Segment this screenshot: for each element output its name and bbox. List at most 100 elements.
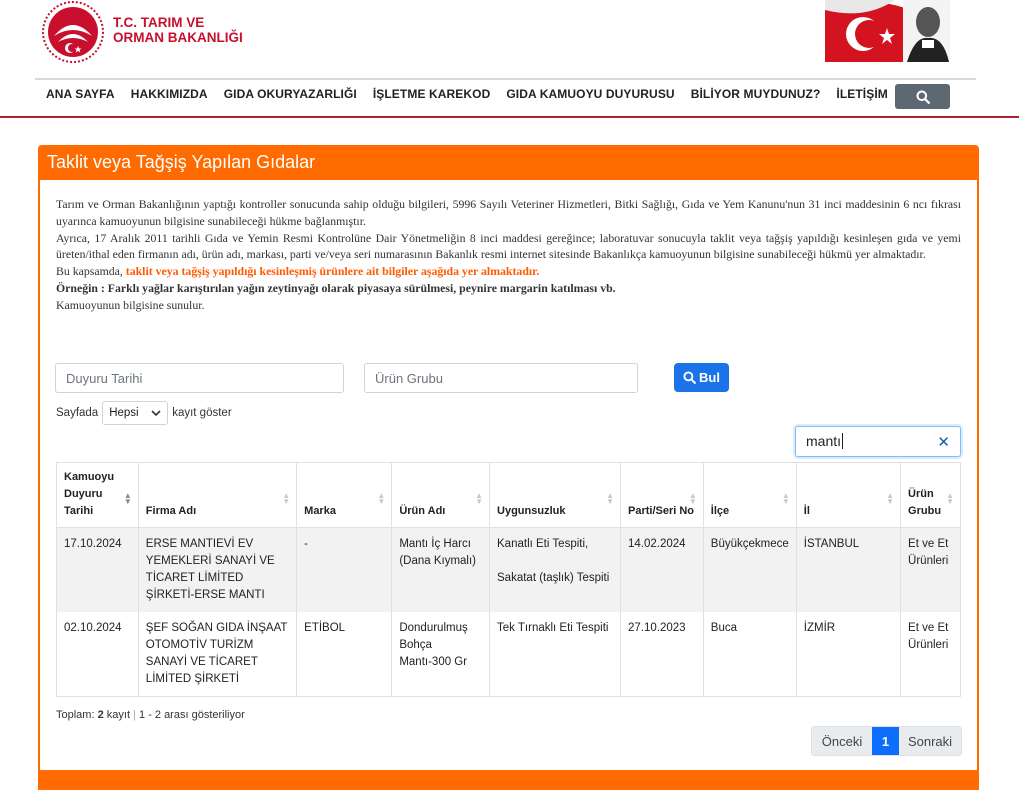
find-button[interactable]: Bul — [674, 363, 729, 392]
cell-product: Dondurulmuş Bohça Mantı-300 Gr — [391, 612, 491, 697]
col-header-issue[interactable]: Uygunsuzluk ▲ ▼ — [489, 462, 621, 528]
col-header-date-label: Kamuoyu Duyuru Tarihi — [64, 471, 115, 517]
site-header: T.C. TARIM VE ORMAN BAKANLIĞI ANA SAYFA … — [0, 0, 1019, 118]
col-header-group-label: Ürün Grubu — [908, 488, 942, 517]
nav-item-home[interactable]: ANA SAYFA — [46, 87, 115, 101]
intro-highlight: taklit veya tağşiş yapıldığı kesinleşmiş… — [125, 264, 540, 279]
cell-group: Et ve Et Ürünleri — [900, 612, 961, 697]
page-size-value: Hepsi — [109, 407, 139, 419]
cell-firm: ŞEF SOĞAN GIDA İNŞAAT OTOMOTİV TURİZM SA… — [137, 612, 298, 697]
nav-divider — [35, 78, 976, 80]
sort-icon: ▲ ▼ — [946, 491, 954, 506]
col-header-issue-label: Uygunsuzluk — [497, 505, 566, 517]
intro-text: Tarım ve Orman Bakanlığının yaptığı kont… — [56, 196, 961, 314]
sort-icon: ▲ ▼ — [606, 491, 614, 506]
content-card: Taklit veya Tağşiş Yapılan Gıdalar Tarım… — [38, 145, 979, 790]
col-header-city[interactable]: İl ▲ ▼ — [795, 462, 902, 528]
col-header-brand-label: Marka — [304, 505, 336, 517]
table-search-value: mantı — [806, 433, 842, 449]
page-title: Taklit veya Tağşiş Yapılan Gıdalar — [47, 152, 316, 172]
cell-date: 17.10.2024 — [56, 527, 139, 612]
date-filter-input[interactable]: Duyuru Tarihi — [55, 363, 344, 393]
intro-paragraph-2: Ayrıca, 17 Aralık 2011 tarihli Gıda ve Y… — [56, 230, 961, 262]
col-header-date[interactable]: Kamuoyu Duyuru Tarihi ▲ ▼ — [56, 462, 139, 528]
product-group-filter-input[interactable]: Ürün Grubu — [364, 363, 638, 393]
text-cursor — [842, 433, 844, 449]
cell-city: İSTANBUL — [795, 527, 902, 612]
sort-icon: ▲ ▼ — [123, 491, 132, 506]
cell-firm: ERSE MANTIEVİ EV YEMEKLERİ SANAYİ VE TİC… — [137, 527, 298, 612]
cell-district: Büyükçekmece — [702, 527, 797, 612]
table-row[interactable]: 17.10.2024 ERSE MANTIEVİ EV YEMEKLERİ SA… — [56, 527, 961, 612]
total-unit: kayıt — [106, 709, 131, 721]
cell-lot: 27.10.2023 — [620, 612, 704, 697]
cell-city: İZMİR — [795, 612, 902, 697]
col-header-firm[interactable]: Firma Adı ▲ ▼ — [137, 462, 298, 528]
results-table: Kamuoyu Duyuru Tarihi ▲ ▼ Firma Adı ▲ ▼ Mark… — [56, 462, 961, 697]
table-row[interactable]: 02.10.2024 ŞEF SOĞAN GIDA İNŞAAT OTOMOTİ… — [56, 612, 961, 697]
sort-icon: ▲ ▼ — [282, 491, 291, 506]
nav-item-about[interactable]: HAKKIMIZDA — [131, 87, 208, 101]
col-header-city-label: İl — [803, 505, 810, 517]
table-info: Toplam: 2 kayıt | 1 - 2 arası gösteriliy… — [56, 709, 245, 721]
nav-item-public-notice[interactable]: GIDA KAMUOYU DUYURUSU — [506, 87, 674, 101]
page-1-button[interactable]: 1 — [872, 727, 899, 755]
cell-lot: 14.02.2024 — [620, 527, 704, 612]
intro-example: Örneğin : Farklı yağlar karıştırılan yağ… — [56, 280, 616, 295]
col-header-product[interactable]: Ürün Adı ▲ ▼ — [391, 462, 491, 528]
intro-paragraph-1: Tarım ve Orman Bakanlığının yaptığı kont… — [56, 197, 961, 228]
col-header-brand[interactable]: Marka ▲ ▼ — [296, 462, 393, 528]
total-prefix: Toplam: — [56, 709, 95, 721]
col-header-district[interactable]: İlçe ▲ ▼ — [702, 462, 797, 528]
ministry-name[interactable]: T.C. TARIM VE ORMAN BAKANLIĞI — [113, 15, 243, 45]
table-search-input[interactable]: mantı ✕ — [795, 426, 961, 457]
main-nav: ANA SAYFA HAKKIMIZDA GIDA OKURYAZARLIĞI … — [46, 87, 904, 101]
info-separator: | — [133, 709, 136, 721]
cell-date: 02.10.2024 — [56, 612, 139, 697]
cell-product: Mantı İç Harcı (Dana Kıymalı) — [391, 527, 491, 612]
page-size-control: Sayfada Hepsi kayıt göster — [56, 401, 232, 425]
col-header-lot-label: Parti/Seri No — [628, 505, 695, 517]
header-search-button[interactable] — [895, 84, 950, 109]
cell-issue-gap — [497, 553, 613, 570]
nav-item-food-literacy[interactable]: GIDA OKURYAZARLIĞI — [224, 87, 357, 101]
page-size-suffix: kayıt göster — [172, 407, 232, 419]
table-header-row: Kamuoyu Duyuru Tarihi ▲ ▼ Firma Adı ▲ ▼ Mark… — [56, 462, 961, 528]
range-text: 1 - 2 arası gösteriliyor — [139, 709, 245, 721]
search-icon — [916, 90, 930, 104]
page-size-prefix: Sayfada — [56, 407, 99, 419]
cell-brand: - — [296, 527, 393, 612]
sort-icon: ▲ ▼ — [688, 491, 697, 506]
total-count: 2 — [97, 709, 104, 721]
intro-paragraph-3: Bu kapsamda, taklit veya tağşiş yapıldığ… — [56, 263, 961, 280]
cell-district: Buca — [702, 612, 797, 697]
search-icon — [683, 371, 696, 384]
nav-item-did-you-know[interactable]: BİLİYOR MUYDUNUZ? — [691, 87, 821, 101]
intro-paragraph-5: Kamuoyunun bilgisine sunulur. — [56, 297, 205, 312]
page-size-select[interactable]: Hepsi — [102, 401, 169, 425]
nav-item-contact[interactable]: İLETİŞİM — [836, 87, 887, 101]
col-header-firm-label: Firma Adı — [145, 505, 197, 517]
nav-item-business-qr[interactable]: İŞLETME KAREKOD — [373, 87, 491, 101]
intro-p3-prefix: Bu kapsamda, — [56, 264, 126, 279]
sort-icon: ▲ ▼ — [886, 491, 895, 506]
clear-search-icon[interactable]: ✕ — [937, 433, 950, 451]
next-page-button[interactable]: Sonraki — [899, 727, 961, 755]
flag-portrait-icon — [825, 0, 950, 62]
pagination: Önceki 1 Sonraki — [811, 726, 962, 756]
sort-icon: ▲ ▼ — [781, 491, 790, 506]
card-body: Tarım ve Orman Bakanlığının yaptığı kont… — [40, 180, 977, 770]
cell-issue: Kanatlı Eti Tespiti, Sakatat (taşlık) Te… — [489, 527, 621, 612]
ministry-logo-icon[interactable] — [40, 0, 106, 64]
cell-brand: ETİBOL — [296, 612, 393, 697]
col-header-lot[interactable]: Parti/Seri No ▲ ▼ — [620, 462, 704, 528]
sort-icon: ▲ ▼ — [377, 491, 386, 506]
find-button-label: Bul — [699, 370, 720, 385]
prev-page-button[interactable]: Önceki — [812, 727, 872, 755]
cell-issue-line1: Kanatlı Eti Tespiti, — [497, 538, 589, 550]
logo-text-line2: ORMAN BAKANLIĞI — [113, 30, 243, 45]
card-footer-bar — [38, 770, 979, 790]
chevron-down-icon — [151, 409, 161, 416]
sort-icon: ▲ ▼ — [475, 491, 484, 506]
col-header-group[interactable]: Ürün Grubu ▲ ▼ — [900, 462, 961, 528]
